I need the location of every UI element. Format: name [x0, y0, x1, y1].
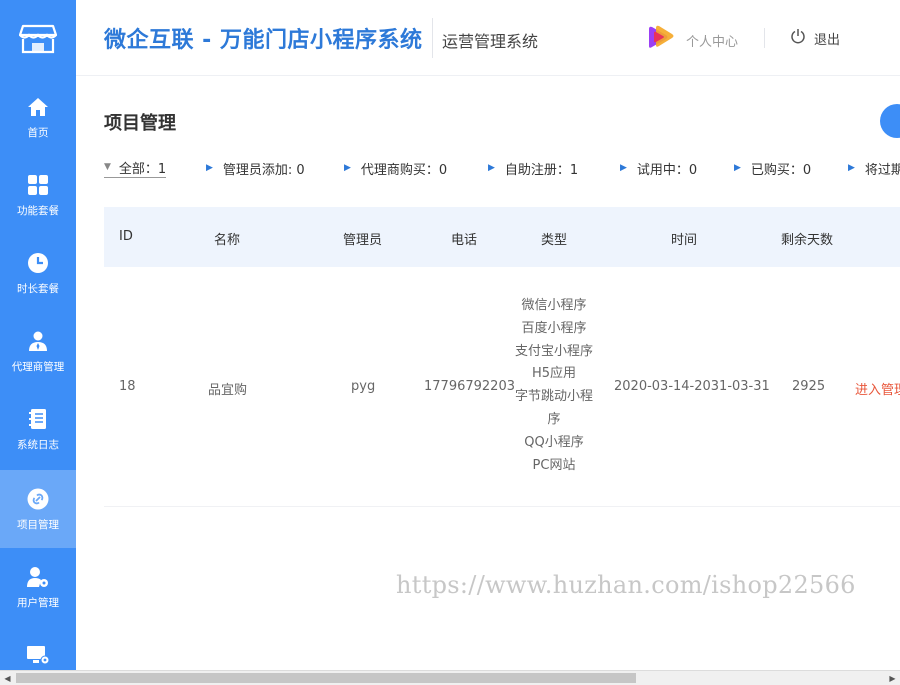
cell-types: 微信小程序 百度小程序 支付宝小程序 H5应用 字节跳动小程 序 QQ小程序 P… [504, 295, 604, 477]
filter-label: 代理商购买：0 [360, 162, 448, 178]
filter-label: 已购买：0 [750, 162, 812, 178]
column-header-id: ID [119, 229, 133, 244]
cell-time: 2020-03-14-2031-03-31 [614, 379, 770, 394]
type-item: PC网站 [532, 457, 576, 473]
type-item: 百度小程序 [521, 320, 587, 336]
user-center-link[interactable]: 个人中心 [646, 25, 738, 55]
sidebar-item-label: 首页 [27, 126, 49, 139]
system-subtitle: 运营管理系统 [442, 32, 539, 51]
filter-label: 试用中：0 [636, 162, 698, 178]
filter-trial[interactable]: ▶ 试用中：0 [620, 158, 697, 178]
log-icon [26, 407, 50, 431]
column-header-remaining-days: 剩余天数 [781, 233, 834, 248]
triangle-right-icon: ▶ [488, 163, 495, 173]
filter-agent-purchased[interactable]: ▶ 代理商购买：0 [344, 158, 447, 178]
user-gear-icon [26, 565, 50, 589]
cell-phone: 17796792203 [424, 379, 515, 394]
filter-expiring[interactable]: ▶ 将过期 [848, 158, 900, 178]
logout-label: 退出 [814, 32, 841, 48]
user-center-logo-icon [646, 25, 676, 55]
filter-label: 将过期 [864, 162, 900, 178]
link-icon [26, 487, 50, 511]
filter-tabs: ▼ 全部：1 ▶ 管理员添加: 0 ▶ 代理商购买：0 ▶ 自助注册：1 ▶ 试… [104, 158, 900, 180]
triangle-right-icon: ▶ [848, 163, 855, 173]
page-title: 项目管理 [104, 113, 176, 134]
sidebar-item-agent-management[interactable]: 代理商管理 [0, 312, 76, 390]
scrollbar-thumb[interactable] [16, 673, 636, 683]
sidebar-item-label: 用户管理 [17, 596, 59, 609]
sidebar-item-duration-packages[interactable]: 时长套餐 [0, 234, 76, 312]
filter-label: 管理员添加: 0 [222, 162, 305, 178]
brand-title: 微企互联 - 万能门店小程序系统 [104, 28, 423, 53]
sidebar: 首页 功能套餐 时长套餐 代理商管理 系统日志 项目管理 用户管理 [0, 0, 76, 670]
header-divider [764, 28, 765, 48]
column-header-phone: 电话 [451, 233, 478, 248]
power-icon [790, 28, 806, 48]
sidebar-item-label: 项目管理 [17, 518, 59, 531]
cell-id: 18 [119, 379, 136, 394]
user-center-label: 个人中心 [686, 34, 739, 50]
home-icon [26, 95, 50, 119]
monitor-gear-icon [26, 644, 50, 666]
add-project-button[interactable] [880, 104, 900, 138]
filter-label: 全部：1 [118, 161, 167, 177]
filter-purchased[interactable]: ▶ 已购买：0 [734, 158, 811, 178]
cell-admin: pyg [351, 379, 376, 394]
column-header-time: 时间 [671, 233, 698, 248]
type-item: 字节跳动小程 [514, 389, 593, 405]
clock-icon [26, 251, 50, 275]
column-header-name: 名称 [214, 233, 241, 248]
sidebar-item-label: 代理商管理 [11, 360, 65, 373]
filter-label: 自助注册：1 [504, 162, 579, 178]
sidebar-item-system-log[interactable]: 系统日志 [0, 390, 76, 468]
sidebar-item-home[interactable]: 首页 [0, 78, 76, 156]
sidebar-item-label: 时长套餐 [17, 282, 59, 295]
sidebar-item-label: 功能套餐 [17, 204, 59, 217]
sidebar-item-feature-packages[interactable]: 功能套餐 [0, 156, 76, 234]
type-item: 序 [547, 411, 561, 427]
cell-name: 品宜购 [208, 383, 248, 398]
column-header-type: 类型 [541, 233, 568, 248]
header-divider [432, 18, 433, 58]
triangle-right-icon: ▶ [620, 163, 627, 173]
filter-self-registered[interactable]: ▶ 自助注册：1 [488, 158, 578, 178]
triangle-right-icon: ▶ [734, 163, 741, 173]
sidebar-item-label: 系统日志 [17, 438, 59, 451]
cell-remaining-days: 2925 [792, 379, 826, 394]
watermark: https://www.huzhan.com/ishop22566 [396, 571, 856, 599]
scroll-right-icon[interactable]: ▶ [885, 671, 900, 685]
type-item: 微信小程序 [521, 298, 587, 313]
triangle-right-icon: ▶ [206, 163, 213, 173]
type-item: 支付宝小程序 [514, 343, 593, 359]
sidebar-item-more[interactable] [0, 626, 76, 670]
logout-button[interactable]: 退出 [790, 28, 840, 48]
table-row: 18 品宜购 pyg 17796792203 微信小程序 百度小程序 支付宝小程… [104, 267, 900, 507]
agent-icon [26, 329, 50, 353]
sidebar-item-project-management[interactable]: 项目管理 [0, 470, 76, 548]
type-item: H5应用 [531, 366, 577, 382]
grid-icon [26, 173, 50, 197]
filter-all[interactable]: ▼ 全部：1 [104, 158, 167, 178]
type-item: QQ小程序 [524, 434, 584, 450]
table-header: ID 名称 管理员 电话 类型 时间 剩余天数 [104, 207, 900, 267]
triangle-down-icon: ▼ [104, 162, 111, 172]
triangle-right-icon: ▶ [344, 163, 351, 173]
horizontal-scrollbar[interactable]: ◀ ▶ [0, 670, 900, 685]
filter-admin-added[interactable]: ▶ 管理员添加: 0 [206, 158, 305, 178]
scroll-left-icon[interactable]: ◀ [0, 671, 15, 685]
column-header-admin: 管理员 [343, 233, 383, 248]
enter-management-link[interactable]: 进入管理 [855, 379, 900, 398]
store-logo-icon [0, 0, 76, 78]
sidebar-item-user-management[interactable]: 用户管理 [0, 548, 76, 626]
top-header: 微企互联 - 万能门店小程序系统 运营管理系统 个人中心 退出 [76, 0, 900, 76]
